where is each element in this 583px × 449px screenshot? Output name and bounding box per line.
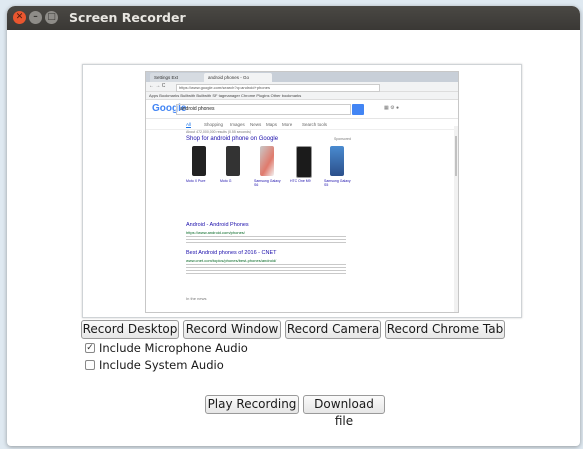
google-nav-item: Search tools xyxy=(302,122,328,127)
results-count: About 472,000,000 results (0.55 seconds) xyxy=(186,130,251,134)
in-the-news-label: In the news xyxy=(186,296,207,301)
browser-address-bar: ← → C https://www.google.com/search?q=an… xyxy=(146,82,458,92)
google-nav-item: Maps xyxy=(266,122,278,127)
google-search-button xyxy=(352,104,364,115)
browser-tab: Settings Ext xyxy=(150,73,208,82)
microphone-audio-checkbox[interactable]: ✓ xyxy=(85,343,95,353)
product-image xyxy=(296,146,312,178)
browser-tab: android phones - Go xyxy=(204,73,272,82)
google-header: Google android phones ▦ ⚙ ● xyxy=(146,100,458,119)
product-caption: Samsung Galaxy S5 xyxy=(324,179,351,187)
download-file-button[interactable]: Download file xyxy=(303,395,385,428)
system-audio-checkbox[interactable] xyxy=(85,360,95,370)
result-url: www.cnet.com/topics/phones/best-phones/a… xyxy=(186,258,277,263)
product-image xyxy=(330,146,344,176)
product-caption: Samsung Galaxy S6 xyxy=(254,179,281,187)
google-search-box: android phones xyxy=(176,104,351,115)
maximize-icon[interactable]: □ xyxy=(45,11,58,24)
close-icon[interactable]: ✕ xyxy=(13,11,26,24)
play-recording-button[interactable]: Play Recording xyxy=(205,395,299,414)
record-chrome-tab-button[interactable]: Record Chrome Tab xyxy=(385,320,505,339)
result-snippet xyxy=(186,236,346,244)
title-bar: ✕ – □ Screen Recorder xyxy=(7,6,580,30)
screen-recorder-window: ✕ – □ Screen Recorder Settings Ext andro… xyxy=(7,6,580,446)
browser-url: https://www.google.com/search?q=android+… xyxy=(176,83,380,92)
browser-nav-icons: ← → C xyxy=(149,83,166,89)
google-nav-item: News xyxy=(250,122,262,127)
record-camera-button[interactable]: Record Camera xyxy=(285,320,381,339)
record-desktop-button[interactable]: Record Desktop xyxy=(81,320,179,339)
system-audio-label: Include System Audio xyxy=(99,358,224,372)
result-title: Android - Android Phones xyxy=(186,222,249,228)
browser-screenshot: Settings Ext android phones - Go ← → C h… xyxy=(145,71,459,313)
product-image xyxy=(226,146,240,176)
bookmarks-bar: Apps Bookmarks Builtwith Builtwith SF ta… xyxy=(146,92,458,100)
browser-tab-strip: Settings Ext android phones - Go xyxy=(146,72,458,82)
product-caption: Moto G xyxy=(220,179,232,183)
window-title: Screen Recorder xyxy=(69,10,186,25)
result-snippet xyxy=(186,264,346,276)
google-nav-item: Images xyxy=(230,122,245,127)
google-nav-item: More xyxy=(282,122,293,127)
google-nav-all: All xyxy=(186,122,192,128)
result-url: https://www.android.com/phones/ xyxy=(186,230,245,235)
microphone-audio-label: Include Microphone Audio xyxy=(99,341,248,355)
google-nav: All Shopping Images News Maps More Searc… xyxy=(146,119,458,130)
record-window-button[interactable]: Record Window xyxy=(183,320,281,339)
product-image xyxy=(260,146,274,176)
browser-scrollbar xyxy=(454,126,458,312)
product-caption: Moto X Pure xyxy=(186,179,206,183)
result-title: Best Android phones of 2016 - CNET xyxy=(186,250,277,256)
recording-preview: Settings Ext android phones - Go ← → C h… xyxy=(82,64,522,318)
sponsored-label: Sponsored xyxy=(334,137,351,141)
shopping-heading: Shop for android phone on Google xyxy=(186,136,279,142)
product-image xyxy=(192,146,206,176)
google-nav-item: Shopping xyxy=(204,122,224,127)
minimize-icon[interactable]: – xyxy=(29,11,42,24)
google-apps-icons: ▦ ⚙ ● xyxy=(384,105,400,111)
product-caption: HTC One M9 xyxy=(290,179,311,183)
